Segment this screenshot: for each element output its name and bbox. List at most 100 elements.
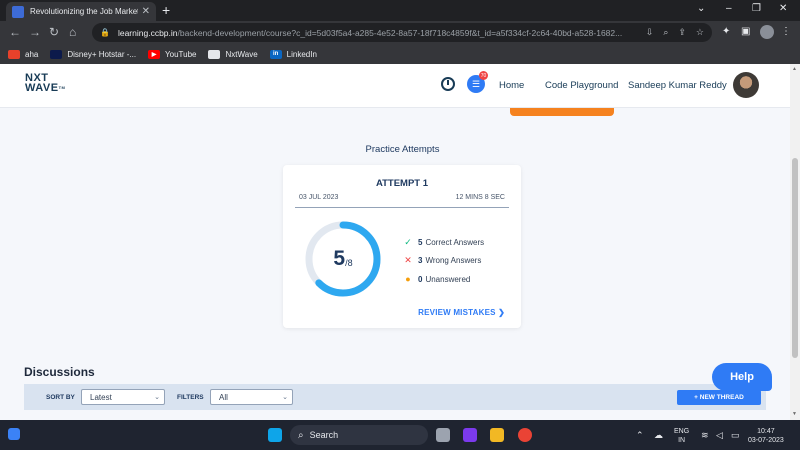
attempt-date: 03 JUL 2023	[299, 194, 339, 201]
volume-icon[interactable]: ◁	[716, 430, 723, 441]
card-divider	[295, 207, 509, 208]
new-thread-button[interactable]: + NEW THREAD	[677, 390, 761, 405]
page-content: NXT WAVETM ☰ 70 Home Code Playground San…	[0, 64, 790, 420]
back-icon[interactable]: ←	[9, 25, 21, 39]
wrong-count: 3	[418, 256, 423, 265]
url-path: /backend-development/course?c_id=5d03f5a…	[177, 27, 623, 38]
dot-icon: ●	[405, 274, 411, 284]
chevron-down-icon: ⌄	[282, 394, 288, 401]
profile-avatar[interactable]	[760, 25, 774, 39]
site-header: NXT WAVETM ☰ 70 Home Code Playground San…	[0, 64, 790, 108]
reload-icon[interactable]: ↻	[49, 25, 59, 39]
scroll-down-icon[interactable]: ▼	[792, 411, 797, 417]
score-total: /8	[345, 258, 353, 268]
battery-icon[interactable]: ▭	[731, 430, 740, 441]
correct-count: 5	[418, 238, 423, 247]
search-icon: ⌕	[298, 429, 304, 441]
hotstar-icon	[50, 49, 63, 59]
timer-icon[interactable]	[441, 77, 455, 91]
tray-chevron-up-icon[interactable]: ⌃	[636, 430, 644, 441]
bookmark-hotstar[interactable]: Disney+ Hotstar -...	[50, 49, 137, 59]
language-indicator[interactable]: ENG IN	[674, 427, 689, 445]
bookmark-label: YouTube	[165, 49, 197, 59]
bookmark-linkedin[interactable]: in LinkedIn	[269, 49, 317, 59]
chrome-icon[interactable]	[518, 428, 532, 442]
clock-time: 10:47	[757, 428, 775, 435]
bookmark-label: Disney+ Hotstar -...	[67, 49, 137, 59]
windows-start-icon[interactable]	[268, 428, 282, 442]
user-name[interactable]: Sandeep Kumar Reddy	[628, 80, 727, 91]
sort-by-label: SORT BY	[46, 394, 75, 401]
filters-label: FILTERS	[177, 394, 204, 401]
attempt-title: ATTEMPT 1	[375, 178, 429, 189]
share-icon[interactable]: ⇪	[678, 27, 686, 38]
lock-icon[interactable]: 🔒	[100, 28, 110, 37]
wifi-icon[interactable]: ≋	[701, 430, 709, 441]
bookmark-youtube[interactable]: ▶ YouTube	[148, 49, 197, 59]
clock-date: 03-07-2023	[748, 437, 784, 444]
home-icon[interactable]: ⌂	[69, 25, 76, 39]
nav-home[interactable]: Home	[499, 80, 524, 91]
page-scrollbar[interactable]: ▲ ▼	[790, 64, 800, 420]
menu-icon[interactable]: ⋮	[781, 26, 791, 37]
logo-line2: WAVE	[25, 82, 59, 94]
scroll-thumb[interactable]	[792, 158, 798, 358]
unanswered-count: 0	[418, 274, 423, 284]
address-bar[interactable]: 🔒 learning.ccbp.in/backend-development/c…	[92, 23, 712, 42]
filter-select[interactable]: All ⌄	[210, 389, 293, 405]
nxtwave-logo[interactable]: NXT WAVETM	[25, 73, 65, 94]
tab-search-icon[interactable]: ⌄	[697, 3, 705, 14]
tab-close-icon[interactable]: ✕	[142, 6, 150, 17]
orange-action-button[interactable]	[510, 108, 614, 116]
bookmark-label: NxtWave	[225, 49, 258, 59]
url-host: learning.ccbp.in	[117, 27, 178, 38]
widgets-icon[interactable]	[8, 428, 20, 440]
bookmark-aha[interactable]: aha	[8, 49, 39, 59]
tab-favicon-icon	[12, 5, 24, 18]
weather-icon[interactable]: ☁	[654, 430, 663, 441]
sort-value: Latest	[90, 393, 112, 402]
attempt-card: ATTEMPT 1 03 JUL 2023 12 MINS 8 SEC 5 /8…	[283, 165, 521, 328]
attempt-duration: 12 MINS 8 SEC	[455, 194, 505, 201]
practice-attempts-title: Practice Attempts	[365, 144, 440, 155]
install-icon[interactable]: ⇩	[646, 27, 654, 38]
bookmark-nxtwave[interactable]: NxtWave	[208, 49, 258, 59]
new-tab-icon[interactable]: +	[162, 2, 170, 18]
discussions-title: Discussions	[24, 365, 95, 379]
review-mistakes-link[interactable]: REVIEW MISTAKES ❯	[418, 308, 505, 317]
correct-label: Correct Answers	[425, 238, 485, 247]
browser-tab-bar: Revolutionizing the Job Market | ✕ + ⌄ –…	[0, 0, 800, 21]
bookmark-label: aha	[25, 49, 39, 59]
scroll-up-icon[interactable]: ▲	[792, 66, 797, 72]
linkedin-icon: in	[269, 49, 282, 59]
maximize-icon[interactable]: ❐	[752, 3, 761, 14]
wrong-label: Wrong Answers	[425, 256, 482, 265]
browser-tab[interactable]: Revolutionizing the Job Market | ✕	[6, 2, 156, 21]
sort-select[interactable]: Latest ⌄	[81, 389, 165, 405]
bookmark-star-icon[interactable]: ☆	[696, 27, 704, 38]
file-explorer-icon[interactable]	[490, 428, 504, 442]
help-button[interactable]: Help	[712, 363, 772, 391]
chevron-down-icon: ⌄	[154, 394, 160, 401]
task-view-icon[interactable]	[436, 428, 450, 442]
side-panel-icon[interactable]: ▣	[741, 26, 750, 37]
forward-icon[interactable]: →	[29, 25, 41, 39]
youtube-icon: ▶	[148, 49, 161, 59]
stat-correct: ✓ 5 Correct Answers	[403, 237, 484, 248]
taskbar-search[interactable]: ⌕ Search	[290, 425, 428, 445]
nav-code-playground[interactable]: Code Playground	[545, 80, 618, 91]
teams-icon[interactable]	[463, 428, 477, 442]
close-window-icon[interactable]: ✕	[779, 3, 787, 14]
tab-title: Revolutionizing the Job Market |	[30, 7, 138, 16]
check-icon: ✓	[404, 237, 412, 247]
lang-line2: IN	[678, 437, 686, 444]
clock[interactable]: 10:47 03-07-2023	[748, 427, 784, 445]
taskbar-search-label: Search	[309, 430, 339, 440]
cross-icon: ✕	[404, 255, 412, 265]
minimize-icon[interactable]: –	[726, 3, 732, 14]
windows-taskbar: ⌕ Search ⌃ ☁ ENG IN ≋ ◁ ▭ 10:47 03-07-20…	[0, 420, 800, 450]
zoom-icon[interactable]: ⌕	[663, 27, 668, 38]
extensions-icon[interactable]: ✦	[722, 26, 730, 37]
user-avatar[interactable]	[733, 72, 759, 98]
score-display: 5 /8	[302, 218, 384, 300]
